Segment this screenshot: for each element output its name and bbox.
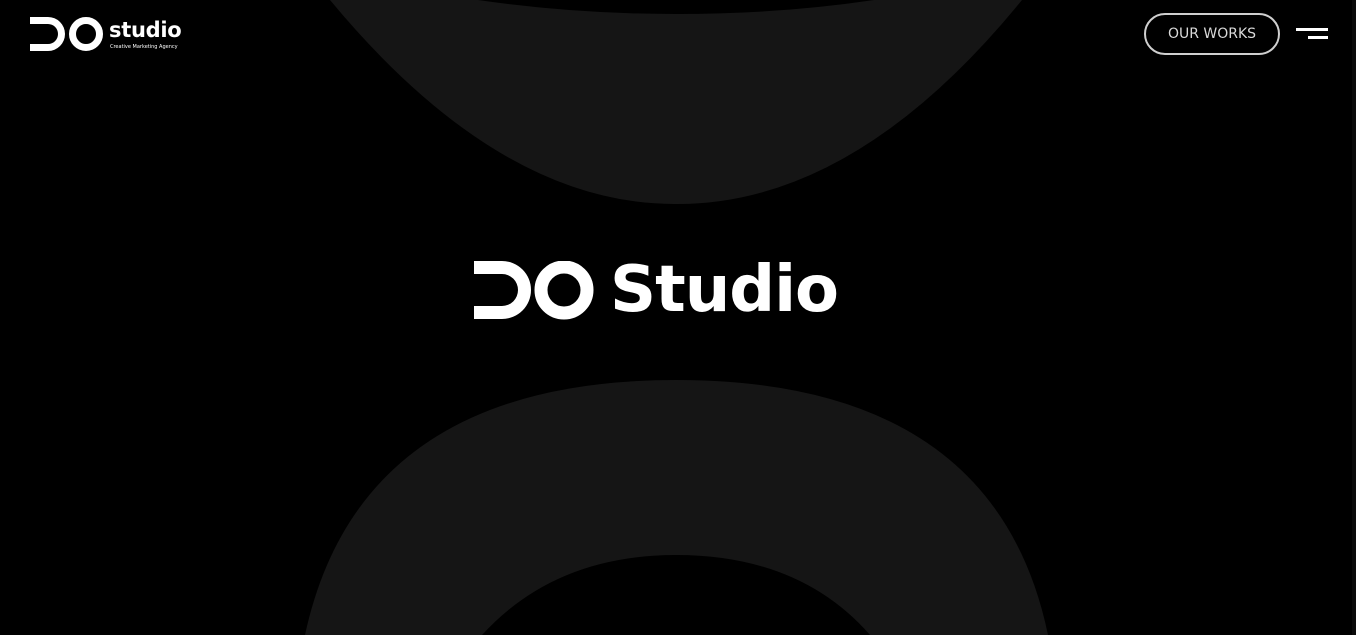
menu-line-top — [1296, 28, 1328, 31]
page-scrollbar[interactable] — [1352, 0, 1356, 635]
menu-line-bottom — [1308, 36, 1328, 39]
hero-logo: Studio — [470, 252, 870, 332]
our-works-button[interactable]: OUR WORKS — [1144, 13, 1280, 55]
site-header: studio Creative Marketing Agency OUR WOR… — [0, 0, 1356, 70]
do-logo-mark-icon — [30, 17, 103, 51]
hamburger-menu-icon[interactable] — [1292, 22, 1332, 46]
logo-wordmark: studio — [109, 18, 182, 42]
hero-title: Studio — [610, 253, 839, 327]
hero-do-mark-icon — [474, 261, 594, 320]
bottom-ring-shape — [305, 380, 1048, 635]
logo-tagline: Creative Marketing Agency — [110, 44, 178, 50]
do-studio-logo[interactable]: studio Creative Marketing Agency — [30, 15, 190, 55]
